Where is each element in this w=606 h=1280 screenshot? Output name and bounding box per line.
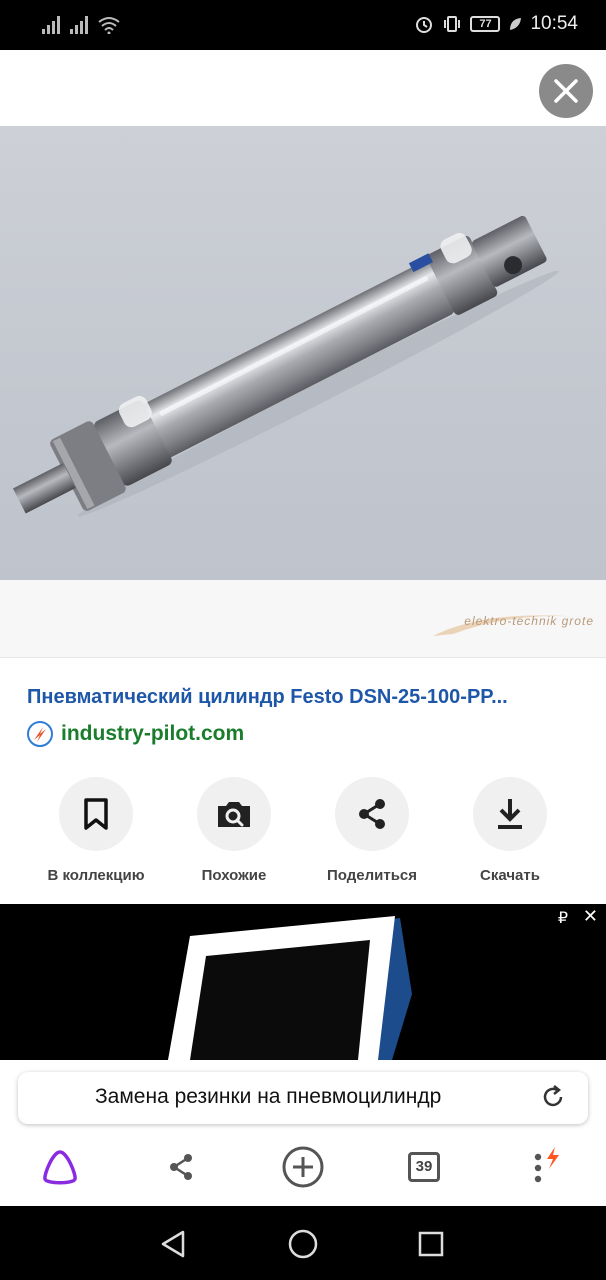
back-button[interactable] [155,1226,191,1262]
close-button[interactable] [539,64,593,118]
download-icon [498,799,522,829]
share-button[interactable]: Поделиться [303,777,441,884]
battery-indicator: 77 [470,16,501,32]
download-button[interactable]: Скачать [441,777,579,884]
share-icon [170,1154,192,1180]
refresh-icon[interactable] [540,1084,566,1110]
ad-price-icon: ₽ [557,910,568,927]
action-label: Поделиться [326,867,418,884]
image-actions: В коллекцию Похожие Поделиться Скачать [0,777,606,884]
status-bar: 77 10:54 [0,0,606,50]
image-title-link[interactable]: Пневматический цилиндр Festo DSN-25-100-… [27,686,587,709]
home-button[interactable] [285,1226,321,1262]
action-label: Похожие [201,867,267,884]
action-circle [335,777,409,851]
similar-images-button[interactable]: Похожие [165,777,303,884]
pneumatic-cylinder-image [12,215,559,517]
image-viewer: elektro-technik grote Пневматический цил… [0,50,606,1060]
search-query[interactable]: Замена резинки на пневмоцилиндр [95,1085,520,1109]
clock: 10:54 [530,13,578,34]
source-domain: industry-pilot.com [61,722,245,745]
plus-circle-icon [282,1146,324,1188]
tabs-button[interactable]: 39 [397,1140,451,1194]
action-label: В коллекцию [47,867,145,884]
source-link[interactable]: industry-pilot.com [27,721,244,747]
share-icon [359,799,385,829]
home-circle-icon [288,1229,318,1259]
menu-button[interactable] [518,1140,572,1194]
photo-footer: elektro-technik grote [0,580,606,658]
ad-close-icon[interactable]: ✕ [583,906,598,927]
status-right: 77 10:54 [414,13,578,35]
signal-indicators [42,14,120,34]
action-circle [473,777,547,851]
product-photo[interactable] [0,126,606,580]
alarm-icon [416,17,433,33]
bookmark-icon [84,798,108,830]
close-icon [554,79,578,103]
recents-button[interactable] [413,1226,449,1262]
site-favicon-icon [27,721,53,747]
search-bar[interactable]: Замена резинки на пневмоцилиндр [18,1072,588,1124]
camera-search-icon [218,802,250,827]
advertisement-banner[interactable]: ₽ ✕ [0,904,606,1060]
tabs-count: 39 [408,1152,440,1182]
signal-icon [42,14,60,34]
alice-icon [43,1150,77,1185]
leaf-icon [510,18,522,30]
ad-tablet-image [168,916,412,1060]
action-label: Скачать [480,867,540,884]
more-vertical-icon [534,1147,559,1183]
browser-toolbar: 39 [0,1140,606,1194]
wifi-icon [98,17,120,34]
action-circle [197,777,271,851]
add-to-collection-button[interactable]: В коллекцию [27,777,165,884]
watermark-text: elektro-technik grote [464,614,594,628]
back-triangle-icon [161,1230,185,1258]
alice-button[interactable] [33,1140,87,1194]
action-circle [59,777,133,851]
recents-square-icon [418,1231,444,1257]
share-page-button[interactable] [154,1140,208,1194]
new-tab-button[interactable] [276,1140,330,1194]
browser-bottom-bar: Замена резинки на пневмоцилиндр 39 [0,1060,606,1206]
vibrate-icon [444,16,461,32]
system-nav-bar [0,1206,606,1280]
signal-icon-2 [70,14,88,34]
